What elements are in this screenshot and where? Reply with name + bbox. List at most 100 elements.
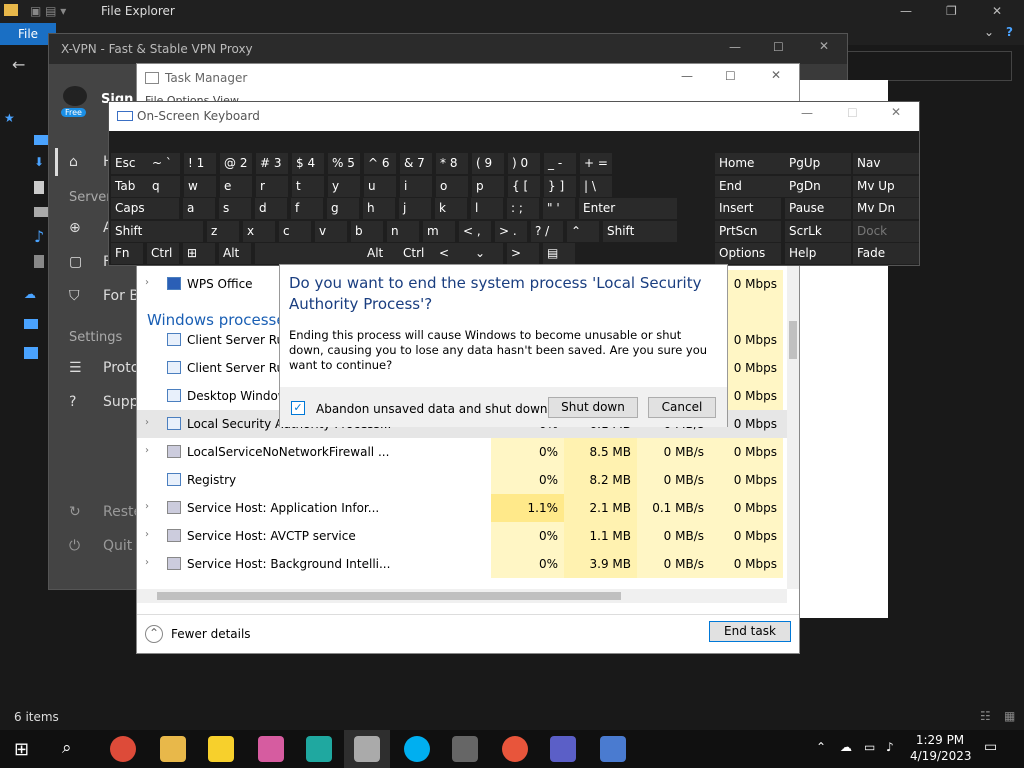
osk-key[interactable]: + = [580, 153, 612, 174]
osk-key[interactable]: Ctrl [399, 243, 431, 264]
osk-key[interactable]: PgUp [785, 153, 851, 174]
osk-key[interactable]: ! 1 [184, 153, 216, 174]
shield-icon[interactable]: ⛉ [69, 288, 80, 304]
music-icon[interactable]: ♪ [34, 227, 44, 246]
nav-for-business[interactable]: For B [103, 288, 139, 304]
star-icon[interactable]: ★ [4, 111, 15, 125]
osk-key[interactable]: Mv Dn [853, 198, 919, 219]
osk-key[interactable]: Alt [219, 243, 251, 264]
osk-key[interactable]: ? / [531, 220, 563, 242]
osk-key[interactable]: k [435, 198, 467, 219]
tm-close-button[interactable]: ✕ [771, 68, 781, 82]
osk-key[interactable]: { [ [508, 175, 540, 197]
videos-icon[interactable] [34, 255, 44, 268]
osk-key[interactable]: < , [459, 220, 491, 242]
copilot-icon[interactable] [550, 736, 576, 762]
osk-key[interactable]: < [435, 243, 467, 264]
nav-support[interactable]: Supp [103, 394, 139, 410]
osk-key[interactable]: h [363, 198, 395, 219]
photos-icon[interactable] [258, 736, 284, 762]
osk-key[interactable]: f [291, 198, 323, 219]
documents-icon[interactable] [34, 181, 44, 194]
xvpn-minimize-button[interactable]: — [729, 40, 741, 54]
osk-key[interactable]: Enter [579, 198, 677, 219]
osk-key[interactable]: : ; [507, 198, 539, 219]
search-box[interactable] [846, 51, 1012, 81]
osk-key[interactable]: ^ 6 [364, 153, 396, 174]
osk-key[interactable]: l [471, 198, 503, 219]
osk-key[interactable]: g [327, 198, 359, 219]
scrollbar-thumb[interactable] [789, 321, 797, 359]
osk-key[interactable]: } ] [544, 175, 576, 197]
osk-key[interactable]: Shift [111, 220, 203, 242]
fewer-details-link[interactable]: Fewer details [171, 627, 251, 641]
clock-time[interactable]: 1:29 PM [914, 733, 966, 747]
osk-key[interactable]: | \ [580, 175, 612, 197]
osk-key[interactable]: x [243, 220, 275, 242]
osk-key[interactable]: $ 4 [292, 153, 324, 174]
osk-key[interactable]: @ 2 [220, 153, 252, 174]
horizontal-scrollbar[interactable] [137, 589, 787, 603]
explorer-maximize-button[interactable]: ❐ [946, 0, 957, 23]
osk-key[interactable]: b [351, 220, 383, 242]
osk-key[interactable]: q [148, 175, 180, 197]
tm-minimize-button[interactable]: — [681, 69, 693, 83]
osk-key[interactable]: Fn [111, 243, 143, 264]
osk-key[interactable]: Home [715, 153, 781, 174]
osk-key[interactable]: ⊞ [183, 243, 215, 264]
back-arrow-icon[interactable]: ← [12, 55, 25, 74]
osk-key[interactable]: > [507, 243, 539, 264]
chevron-up-icon[interactable]: ⌃ [816, 740, 826, 754]
osk-key[interactable]: Mv Up [853, 175, 919, 197]
osk-key[interactable]: n [387, 220, 419, 242]
cancel-button[interactable]: Cancel [648, 397, 716, 418]
osk-key[interactable]: ⌄ [471, 243, 503, 264]
osk-key[interactable]: ScrLk [785, 220, 851, 242]
osk-key[interactable]: ▤ [543, 243, 575, 264]
osk-key[interactable]: v [315, 220, 347, 242]
xvpn-close-button[interactable]: ✕ [819, 39, 829, 53]
desktop-icon[interactable] [34, 135, 48, 145]
osk-key[interactable]: ⌃ [567, 220, 599, 242]
vertical-scrollbar[interactable] [787, 265, 799, 589]
osk-key[interactable]: PgDn [785, 175, 851, 197]
skype-icon[interactable] [404, 736, 430, 762]
osk-key[interactable]: Alt [363, 243, 395, 264]
nav-protocol[interactable]: Proto [103, 360, 139, 376]
shut-down-button[interactable]: Shut down [548, 397, 638, 418]
table-row[interactable]: › Service Host: AVCTP service 0% 1.1 MB 0 MB… [137, 522, 787, 550]
osk-key[interactable]: c [279, 220, 311, 242]
osk-key[interactable]: " ' [543, 198, 575, 219]
search-icon[interactable]: ⌕ [62, 738, 72, 758]
osk-key[interactable]: Help [785, 243, 851, 264]
notification-icon[interactable]: ▭ [984, 739, 997, 755]
checkmark-icon[interactable]: ✓ [291, 401, 305, 415]
osk-key[interactable]: * 8 [436, 153, 468, 174]
osk-key[interactable]: Nav [853, 153, 919, 174]
explorer-minimize-button[interactable]: — [900, 0, 912, 23]
table-row[interactable]: › Service Host: Background Intelli... 0% 3.… [137, 550, 787, 578]
nav-quit[interactable]: Quit [103, 538, 132, 554]
osk-key[interactable]: Ctrl [147, 243, 179, 264]
xvpn-maximize-button[interactable]: ☐ [773, 40, 784, 54]
table-row[interactable]: Registry 0% 8.2 MB 0 MB/s 0 Mbps [137, 466, 787, 494]
settings-gear-icon[interactable] [452, 736, 478, 762]
osk-key[interactable]: Insert [715, 198, 781, 219]
task-manager-taskbar-icon[interactable] [354, 736, 380, 762]
hscroll-thumb[interactable] [157, 592, 621, 600]
osk-key[interactable]: Pause [785, 198, 851, 219]
osk-key[interactable]: Shift [603, 220, 677, 242]
osk-key[interactable]: j [399, 198, 431, 219]
nav-servers[interactable]: Server [69, 190, 112, 205]
onedrive-icon[interactable]: ☁ [24, 287, 36, 301]
osk-key[interactable]: ) 0 [508, 153, 540, 174]
file-explorer-icon[interactable] [160, 736, 186, 762]
chrome-icon[interactable] [110, 736, 136, 762]
windows-start-icon[interactable]: ⊞ [14, 739, 29, 760]
end-task-button[interactable]: End task [709, 621, 791, 642]
osk-key[interactable]: r [256, 175, 288, 197]
sticky-notes-icon[interactable] [208, 736, 234, 762]
osk-key[interactable]: Esc [111, 153, 153, 174]
osk-key[interactable]: % 5 [328, 153, 360, 174]
osk-key[interactable]: _ - [544, 153, 576, 174]
